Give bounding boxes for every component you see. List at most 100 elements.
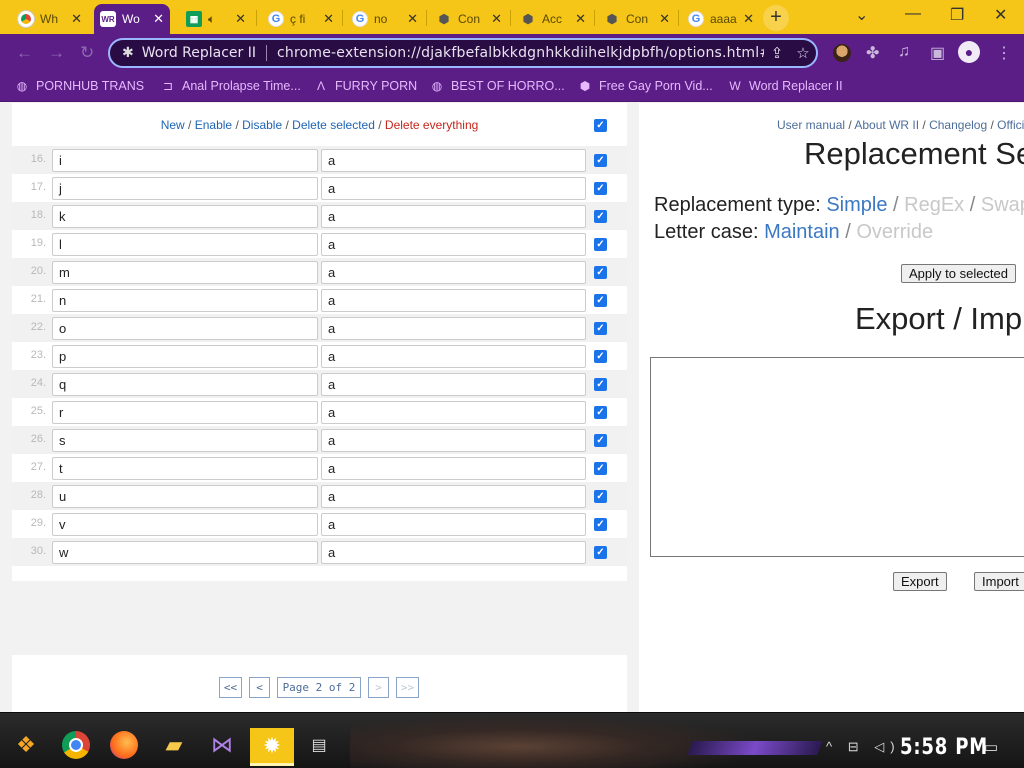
find-input[interactable]: m [52, 261, 318, 284]
rule-checkbox[interactable]: ✓ [594, 294, 607, 307]
replace-input[interactable]: a [321, 485, 586, 508]
tab-6[interactable]: ⬢ Acc ✕ [514, 4, 592, 34]
find-input[interactable]: n [52, 289, 318, 312]
rule-checkbox[interactable]: ✓ [594, 266, 607, 279]
extension-avatar-icon[interactable] [833, 44, 851, 62]
tab-4[interactable]: G no ✕ [346, 4, 424, 34]
visual-studio-icon[interactable]: ⋈ [208, 731, 236, 759]
replace-input[interactable]: a [321, 373, 586, 396]
about-link[interactable]: About WR II [854, 118, 919, 132]
select-all-checkbox[interactable]: ✓ [594, 119, 607, 132]
bookmark-3[interactable]: ◍ BEST OF HORRO... [429, 78, 565, 94]
bookmark-5[interactable]: W Word Replacer II [727, 78, 842, 94]
case-override-option[interactable]: Override [856, 221, 933, 243]
find-input[interactable]: v [52, 513, 318, 536]
close-tab-icon[interactable]: ✕ [491, 11, 502, 27]
rule-checkbox[interactable]: ✓ [594, 546, 607, 559]
bookmark-4[interactable]: ⬢ Free Gay Porn Vid... [577, 78, 713, 94]
find-input[interactable]: s [52, 429, 318, 452]
close-tab-icon[interactable]: ✕ [743, 11, 754, 27]
find-input[interactable]: k [52, 205, 318, 228]
bookmark-2[interactable]: Λ FURRY PORN [313, 78, 417, 94]
side-panel-icon[interactable]: ▣ [930, 43, 945, 63]
find-input[interactable]: o [52, 317, 318, 340]
file-explorer-icon[interactable]: ▰ [160, 731, 188, 759]
export-button[interactable]: Export [893, 572, 947, 591]
profile-avatar-icon[interactable]: ● [958, 41, 980, 63]
tab-1[interactable]: WR Wo ✕ [94, 4, 170, 34]
back-icon[interactable]: ← [16, 43, 33, 63]
tab-0[interactable]: Wh ✕ [12, 4, 88, 34]
delete-everything-link[interactable]: Delete everything [385, 118, 478, 132]
enable-link[interactable]: Enable [195, 118, 232, 132]
find-input[interactable]: u [52, 485, 318, 508]
tab-7[interactable]: ⬢ Con ✕ [598, 4, 676, 34]
rule-checkbox[interactable]: ✓ [594, 322, 607, 335]
user-manual-link[interactable]: User manual [777, 118, 845, 132]
rule-checkbox[interactable]: ✓ [594, 350, 607, 363]
tab-5[interactable]: ⬢ Con ✕ [430, 4, 508, 34]
replace-input[interactable]: a [321, 149, 586, 172]
tab-8[interactable]: G aaaa - · ✕ [682, 4, 760, 34]
changelog-link[interactable]: Changelog [929, 118, 987, 132]
close-tab-icon[interactable]: ✕ [71, 11, 82, 27]
import-button[interactable]: Import [974, 572, 1024, 591]
app-icon[interactable]: ▤ [305, 731, 333, 759]
replace-input[interactable]: a [321, 233, 586, 256]
clock[interactable]: 5:58 PM [900, 735, 988, 760]
export-import-textarea[interactable] [650, 357, 1024, 557]
restore-icon[interactable]: ❐ [950, 5, 964, 25]
forward-icon[interactable]: → [48, 43, 65, 63]
address-bar[interactable]: ✱ Word Replacer II chrome-extension://dj… [108, 38, 818, 68]
find-input[interactable]: r [52, 401, 318, 424]
tab-3[interactable]: G ç fi ✕ [262, 4, 340, 34]
rule-checkbox[interactable]: ✓ [594, 238, 607, 251]
rule-checkbox[interactable]: ✓ [594, 378, 607, 391]
close-window-icon[interactable]: ✕ [994, 5, 1007, 25]
delete-selected-link[interactable]: Delete selected [292, 118, 375, 132]
system-tray[interactable]: ^ ⊟ ◁) [826, 739, 901, 755]
replace-input[interactable]: a [321, 205, 586, 228]
extensions-puzzle-icon[interactable]: ✤ [866, 43, 879, 63]
type-simple-option[interactable]: Simple [826, 194, 887, 216]
rule-checkbox[interactable]: ✓ [594, 462, 607, 475]
disable-link[interactable]: Disable [242, 118, 282, 132]
replace-input[interactable]: a [321, 457, 586, 480]
first-page-button[interactable]: << [219, 677, 242, 698]
apply-to-selected-button[interactable]: Apply to selected [901, 264, 1017, 283]
close-tab-icon[interactable]: ✕ [659, 11, 670, 27]
rule-checkbox[interactable]: ✓ [594, 490, 607, 503]
new-tab-button[interactable]: + [763, 5, 789, 31]
close-tab-icon[interactable]: ✕ [323, 11, 334, 27]
replace-input[interactable]: a [321, 261, 586, 284]
media-control-icon[interactable]: ♫ [898, 43, 910, 61]
rule-checkbox[interactable]: ✓ [594, 434, 607, 447]
notification-icon[interactable]: ▭ [984, 738, 998, 756]
close-tab-icon[interactable]: ✕ [235, 11, 246, 27]
audio-icon[interactable]: 🔈︎ [208, 12, 231, 27]
find-input[interactable]: l [52, 233, 318, 256]
menu-kebab-icon[interactable]: ⋮ [996, 43, 1012, 63]
prev-page-button[interactable]: < [249, 677, 270, 698]
find-input[interactable]: j [52, 177, 318, 200]
rule-checkbox[interactable]: ✓ [594, 182, 607, 195]
official-link[interactable]: Offici [997, 118, 1024, 132]
start-icon[interactable]: ❖ [12, 731, 40, 759]
bookmark-star-icon[interactable]: ☆ [790, 44, 816, 62]
replace-input[interactable]: a [321, 345, 586, 368]
rule-checkbox[interactable]: ✓ [594, 518, 607, 531]
bookmark-0[interactable]: ◍ PORNHUB TRANS [14, 78, 144, 94]
bookmark-1[interactable]: ⊐ Anal Prolapse Time... [160, 78, 301, 94]
replace-input[interactable]: a [321, 317, 586, 340]
rule-checkbox[interactable]: ✓ [594, 210, 607, 223]
close-tab-icon[interactable]: ✕ [153, 11, 164, 27]
close-tab-icon[interactable]: ✕ [407, 11, 418, 27]
new-link[interactable]: New [161, 118, 185, 132]
tab-search-icon[interactable]: ⌄ [855, 5, 868, 25]
find-input[interactable]: t [52, 457, 318, 480]
replace-input[interactable]: a [321, 513, 586, 536]
case-maintain-option[interactable]: Maintain [764, 221, 840, 243]
replace-input[interactable]: a [321, 177, 586, 200]
find-input[interactable]: q [52, 373, 318, 396]
replace-input[interactable]: a [321, 541, 586, 564]
